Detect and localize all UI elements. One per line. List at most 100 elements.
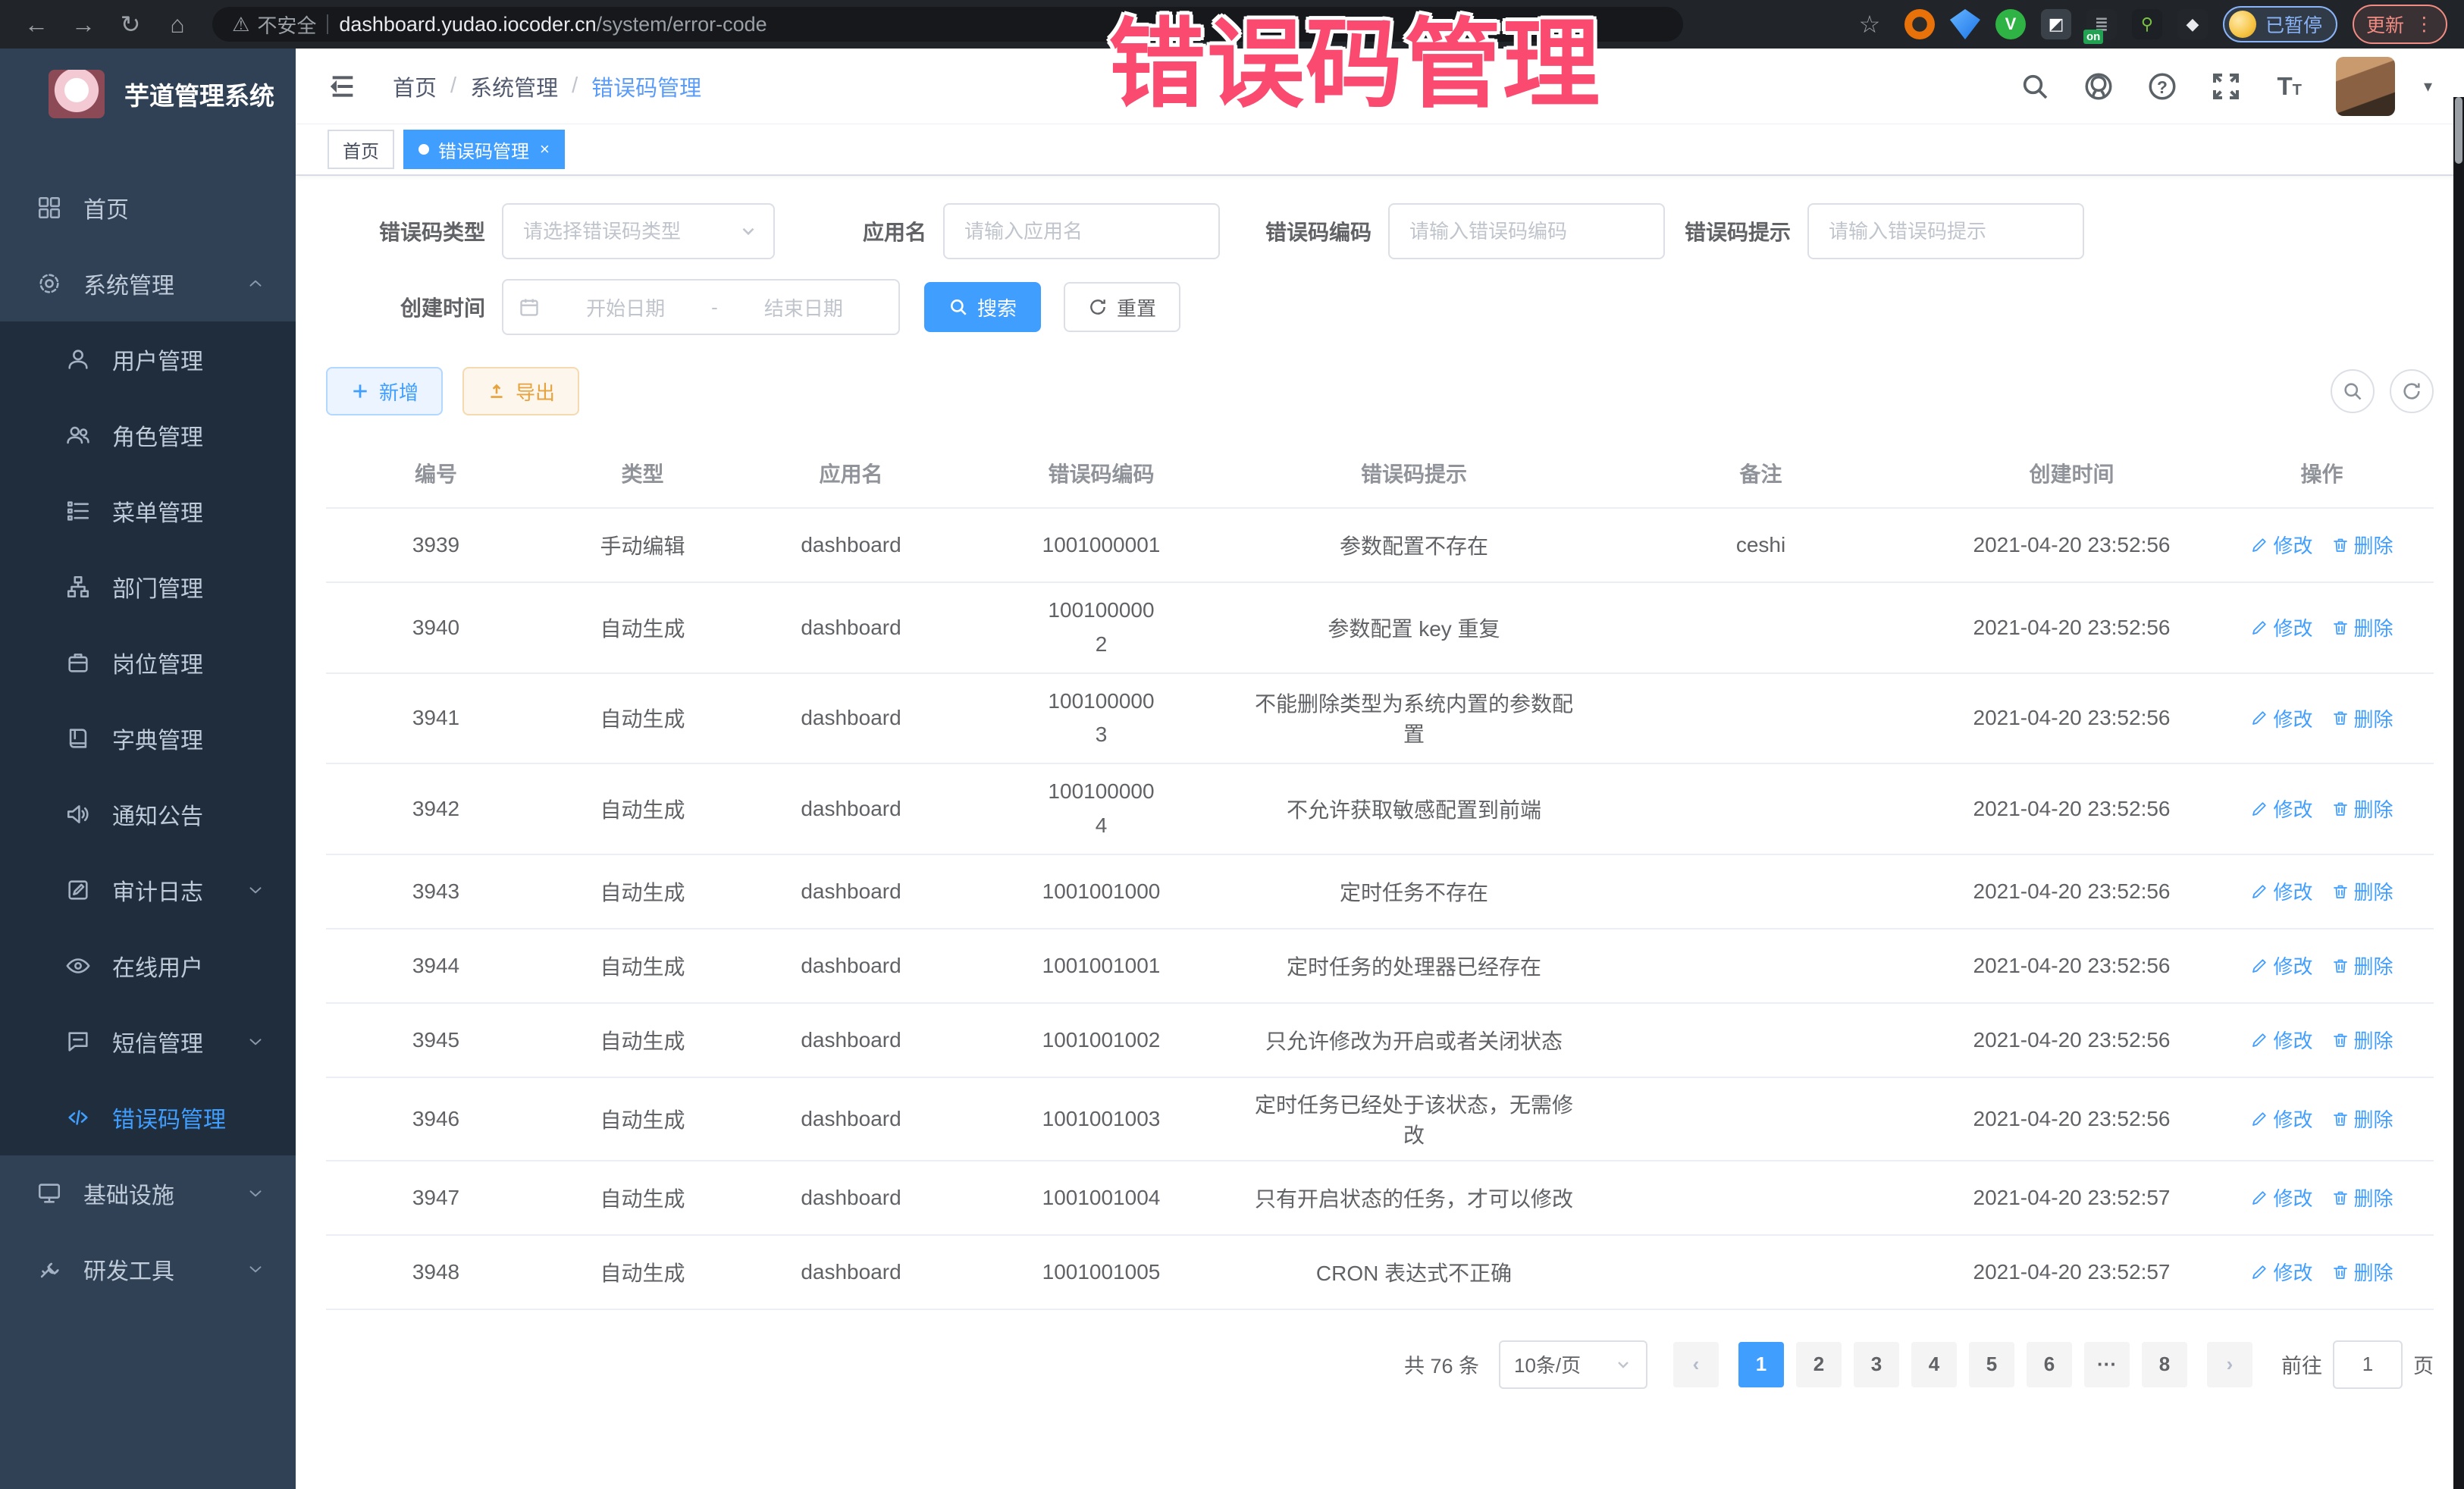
add-button[interactable]: 新增 [326, 367, 443, 415]
github-icon[interactable] [2081, 69, 2116, 104]
error-type-select-input[interactable] [503, 220, 738, 243]
home-icon[interactable]: ⌂ [158, 5, 197, 44]
chevron-down-icon[interactable]: ▾ [2424, 77, 2432, 96]
browser-profile-badge[interactable]: 已暂停 [2223, 6, 2337, 42]
tab-0[interactable]: 首页 [328, 130, 394, 169]
reload-icon[interactable]: ↻ [111, 5, 150, 44]
sidebar-item-2[interactable]: 用户管理 [0, 321, 296, 397]
delete-link[interactable]: 删除 [2331, 795, 2393, 823]
next-page-button[interactable]: › [2207, 1342, 2252, 1387]
error-message-input[interactable] [1809, 220, 2083, 243]
sidebar-item-13[interactable]: 基础设施 [0, 1155, 296, 1231]
delete-link[interactable]: 删除 [2331, 1026, 2393, 1054]
app-name-input[interactable] [945, 220, 1218, 243]
sidebar-item-9[interactable]: 审计日志 [0, 852, 296, 928]
cell-type: 自动生成 [546, 929, 739, 1003]
sidebar-item-3[interactable]: 角色管理 [0, 397, 296, 473]
delete-link[interactable]: 删除 [2331, 877, 2393, 905]
edit-link[interactable]: 修改 [2250, 1105, 2312, 1133]
edit-link[interactable]: 修改 [2250, 795, 2312, 823]
kebab-menu-icon[interactable]: ⋮ [2415, 13, 2434, 36]
hamburger-icon[interactable] [328, 70, 361, 103]
delete-link[interactable]: 删除 [2331, 531, 2393, 559]
extension-icon[interactable]: ◩ [2041, 9, 2071, 39]
cell-created: 2021-04-20 23:52:56 [1933, 929, 2210, 1003]
sidebar-item-11[interactable]: 短信管理 [0, 1004, 296, 1080]
sidebar-item-5[interactable]: 部门管理 [0, 549, 296, 625]
sidebar-item-6[interactable]: 岗位管理 [0, 625, 296, 701]
error-code-input[interactable] [1390, 220, 1663, 243]
sidebar-item-7[interactable]: 字典管理 [0, 701, 296, 776]
delete-link[interactable]: 删除 [2331, 1258, 2393, 1286]
app-name-field[interactable] [943, 203, 1220, 259]
help-icon[interactable]: ? [2145, 69, 2180, 104]
edit-link[interactable]: 修改 [2250, 951, 2312, 980]
delete-link[interactable]: 删除 [2331, 951, 2393, 980]
sidebar-item-0[interactable]: 首页 [0, 170, 296, 246]
reset-button[interactable]: 重置 [1064, 282, 1180, 332]
edit-link[interactable]: 修改 [2250, 704, 2312, 732]
sidebar-item-12[interactable]: 错误码管理 [0, 1080, 296, 1155]
font-size-icon[interactable]: TT [2272, 69, 2307, 104]
sidebar-item-1[interactable]: 系统管理 [0, 246, 296, 321]
page-button-1[interactable]: 1 [1738, 1342, 1784, 1387]
extension-icon[interactable]: ⚲ [2132, 9, 2162, 39]
goto-page-input[interactable] [2333, 1340, 2403, 1389]
edit-link[interactable]: 修改 [2250, 1183, 2312, 1212]
extension-icon[interactable] [1904, 9, 1935, 39]
start-date-placeholder[interactable]: 开始日期 [546, 293, 705, 321]
toggle-search-icon[interactable] [2331, 369, 2375, 413]
extension-icon[interactable]: ≣on [2086, 9, 2117, 39]
prev-page-button[interactable]: ‹ [1673, 1342, 1719, 1387]
more-pages-button[interactable]: ··· [2084, 1342, 2130, 1387]
date-range-picker[interactable]: 开始日期 - 结束日期 [502, 279, 900, 335]
page-button-2[interactable]: 2 [1796, 1342, 1842, 1387]
tab-1[interactable]: 错误码管理× [403, 130, 565, 169]
page-button-4[interactable]: 4 [1911, 1342, 1957, 1387]
delete-link[interactable]: 删除 [2331, 704, 2393, 732]
delete-link[interactable]: 删除 [2331, 613, 2393, 641]
bookmark-star-icon[interactable]: ☆ [1850, 5, 1889, 44]
breadcrumb-item[interactable]: 首页 [393, 71, 437, 102]
post-badge-icon [64, 648, 92, 677]
sidebar-item-4[interactable]: 菜单管理 [0, 473, 296, 549]
edit-link[interactable]: 修改 [2250, 1258, 2312, 1286]
forward-icon[interactable]: → [64, 5, 103, 44]
security-warning-icon[interactable]: ⚠ 不安全 [232, 11, 316, 39]
edit-link[interactable]: 修改 [2250, 1026, 2312, 1054]
cell-actions: 修改删除 [2210, 1077, 2434, 1161]
browser-update-button[interactable]: 更新 ⋮ [2353, 5, 2447, 44]
page-button-5[interactable]: 5 [1969, 1342, 2014, 1387]
error-code-field[interactable] [1388, 203, 1665, 259]
edit-link[interactable]: 修改 [2250, 531, 2312, 559]
page-button-8[interactable]: 8 [2142, 1342, 2187, 1387]
infrastructure-icon [35, 1179, 64, 1208]
error-type-select[interactable] [502, 203, 775, 259]
extension-icon[interactable] [1950, 9, 1980, 39]
export-button[interactable]: 导出 [462, 367, 579, 415]
user-avatar[interactable] [2336, 57, 2395, 116]
error-message-field[interactable] [1807, 203, 2084, 259]
breadcrumb-item[interactable]: 系统管理 [470, 71, 558, 102]
search-icon[interactable] [2017, 69, 2052, 104]
back-icon[interactable]: ← [17, 5, 56, 44]
refresh-icon[interactable] [2390, 369, 2434, 413]
page-button-6[interactable]: 6 [2027, 1342, 2072, 1387]
close-icon[interactable]: × [540, 139, 550, 159]
extension-icon[interactable]: V [1995, 9, 2026, 39]
delete-link[interactable]: 删除 [2331, 1183, 2393, 1212]
extension-icon[interactable]: ◆ [2177, 9, 2208, 39]
delete-link[interactable]: 删除 [2331, 1105, 2393, 1133]
end-date-placeholder[interactable]: 结束日期 [724, 293, 883, 321]
sidebar-item-8[interactable]: 通知公告 [0, 776, 296, 852]
page-scrollbar[interactable] [2453, 97, 2464, 1489]
page-button-3[interactable]: 3 [1854, 1342, 1899, 1387]
sidebar-item-14[interactable]: 研发工具 [0, 1231, 296, 1307]
logo[interactable]: 芋道管理系统 [0, 49, 296, 139]
sidebar-item-10[interactable]: 在线用户 [0, 928, 296, 1004]
edit-link[interactable]: 修改 [2250, 613, 2312, 641]
edit-link[interactable]: 修改 [2250, 877, 2312, 905]
page-size-select[interactable]: 10条/页 [1499, 1340, 1647, 1389]
fullscreen-icon[interactable] [2209, 69, 2243, 104]
search-button[interactable]: 搜索 [924, 282, 1041, 332]
